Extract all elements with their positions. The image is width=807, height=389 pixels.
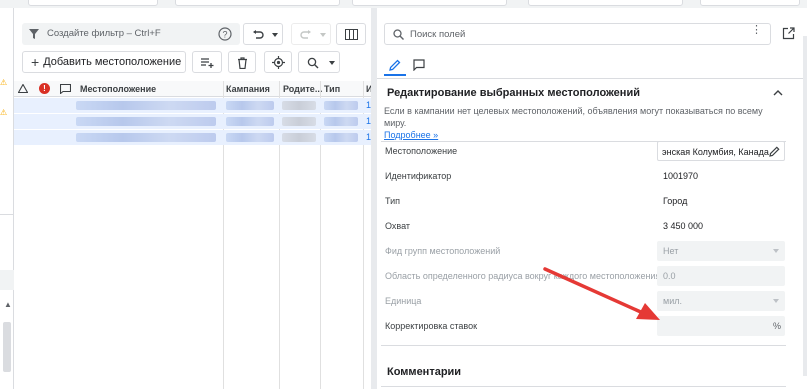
annotation-arrow	[543, 267, 660, 320]
